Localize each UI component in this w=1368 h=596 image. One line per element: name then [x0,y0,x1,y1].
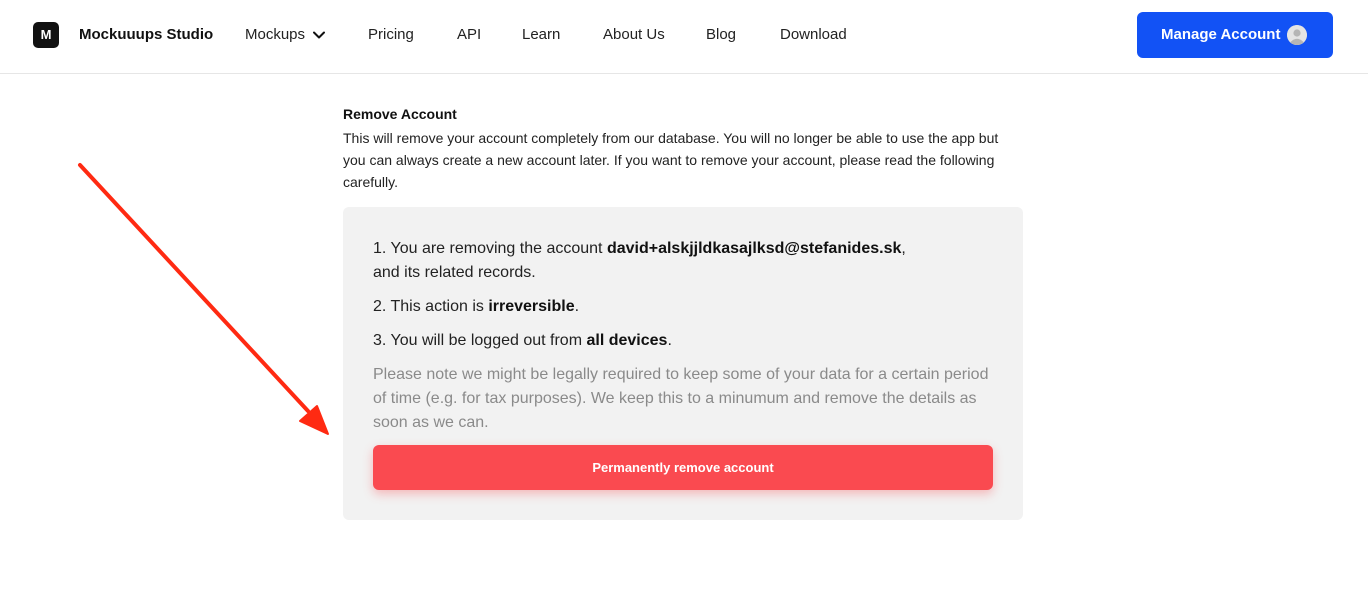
warning-item-1-suffix: , [901,240,906,257]
warning-item-3-emphasis: all devices [586,332,668,349]
nav-blog[interactable]: Blog [706,26,736,43]
warning-item-2: 2. This action is irreversible. [373,295,1003,319]
warning-item-2-emphasis: irreversible [488,298,575,315]
manage-account-label: Manage Account [1161,26,1281,43]
nav-download[interactable]: Download [780,26,847,43]
arrow-icon [78,163,329,435]
top-navigation-bar: M Mockuuups Studio Mockups Pricing API L… [0,0,1368,74]
remove-account-heading: Remove Account [343,106,457,122]
nav-pricing[interactable]: Pricing [368,26,414,43]
brand-name[interactable]: Mockuuups Studio [79,26,213,43]
warning-panel: 1. You are removing the account david+al… [343,207,1023,520]
manage-account-button[interactable]: Manage Account [1137,12,1333,58]
warning-item-2-text: 2. This action is [373,298,489,315]
nav-learn[interactable]: Learn [522,26,560,43]
remove-account-description: This will remove your account completely… [343,130,999,190]
warning-item-3: 3. You will be logged out from all devic… [373,329,1003,353]
warning-item-3-suffix: . [667,332,672,349]
chevron-down-icon [313,31,326,39]
warning-item-1: 1. You are removing the account david+al… [373,237,1003,285]
logo[interactable]: M [33,22,59,48]
warning-item-2-suffix: . [574,298,580,315]
warning-item-3-text: 3. You will be logged out from [373,332,587,349]
user-avatar-icon [1287,25,1307,45]
nav-mockups-label: Mockups [245,26,306,43]
permanently-remove-account-button[interactable]: Permanently remove account [373,445,993,490]
warning-item-1-text: 1. You are removing the account [373,240,607,257]
warning-item-1-line2: and its related records. [373,264,536,281]
nav-mockups[interactable]: Mockups [245,26,326,43]
account-email: david+alskjjldkasajlksd@stefanides.sk [606,240,902,257]
nav-api[interactable]: API [457,26,481,43]
nav-about-us[interactable]: About Us [603,26,665,43]
legal-note: Please note we might be legally required… [373,366,989,431]
